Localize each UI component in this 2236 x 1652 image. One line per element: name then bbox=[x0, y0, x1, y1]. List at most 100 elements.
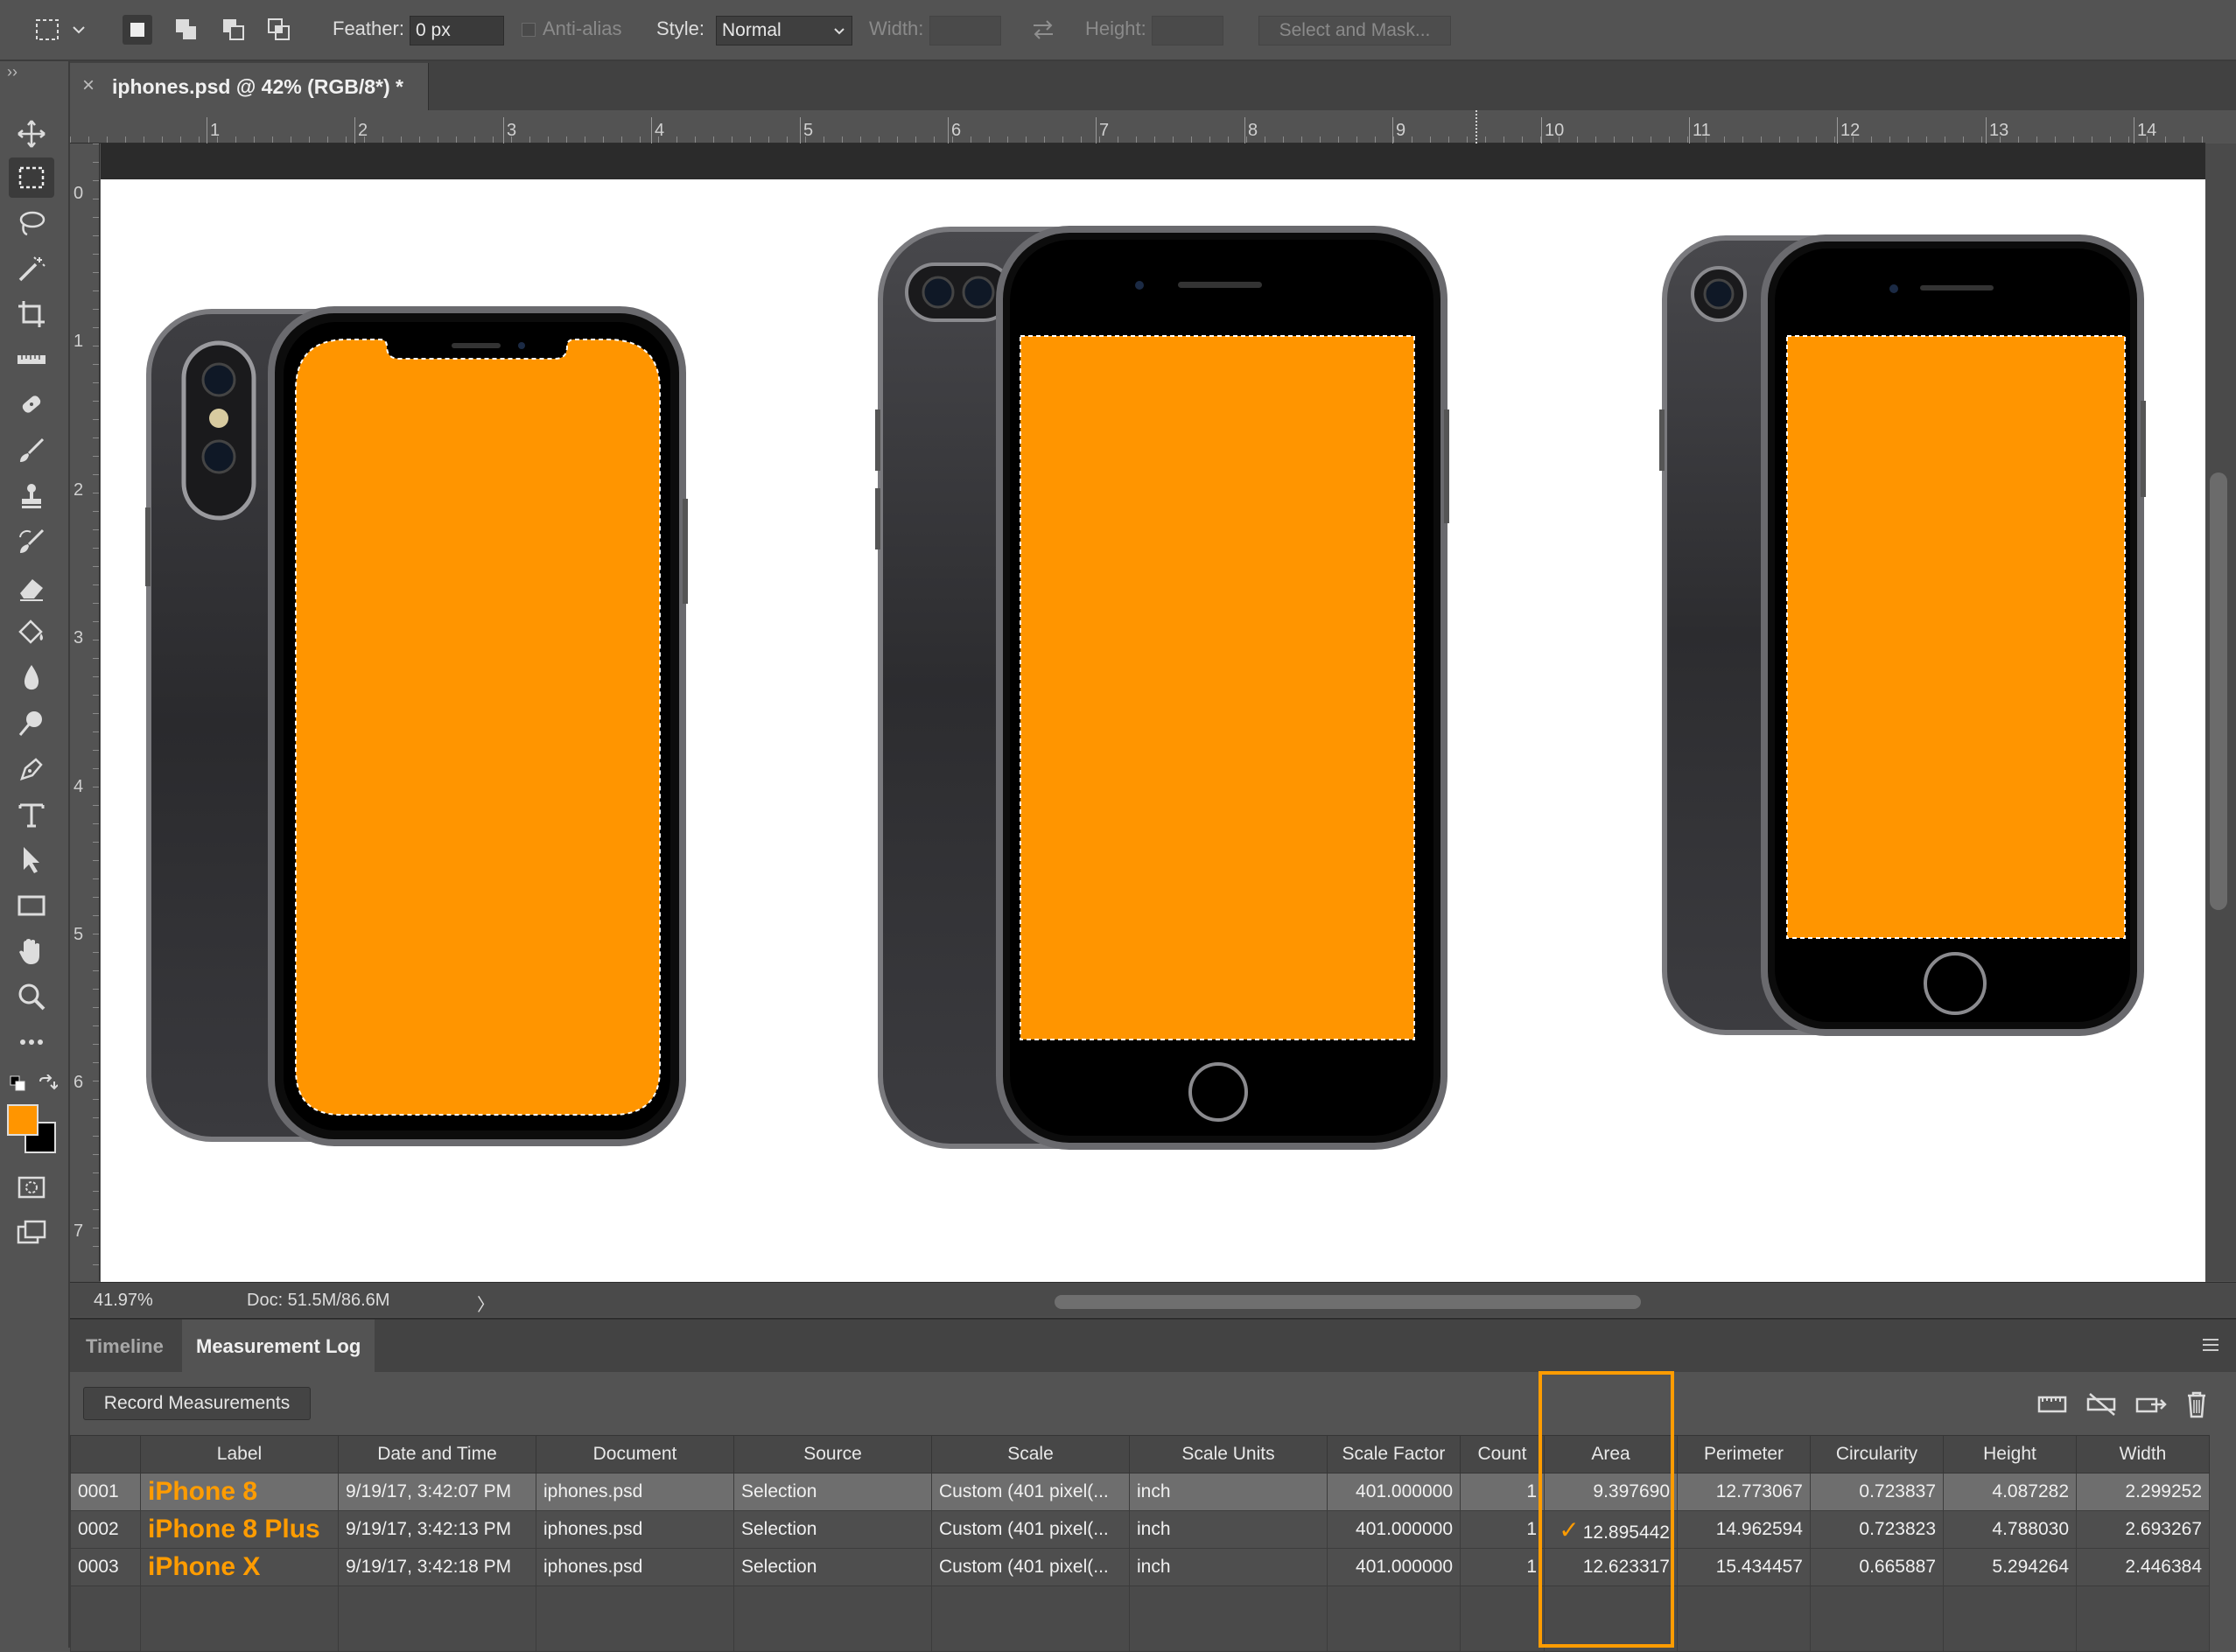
vertical-ruler[interactable] bbox=[70, 144, 100, 1281]
ruler-tool-icon[interactable] bbox=[9, 340, 54, 380]
horizontal-scrollbar-thumb[interactable] bbox=[1055, 1295, 1641, 1309]
table-row[interactable]: 0003 iPhone X 9/19/17, 3:42:18 PM iphone… bbox=[70, 1548, 2210, 1586]
column-header-perimeter[interactable]: Perimeter bbox=[1677, 1435, 1811, 1474]
swap-colors-icon[interactable] bbox=[37, 1074, 59, 1096]
history-brush-tool-icon[interactable] bbox=[9, 522, 54, 562]
brush-tool-icon[interactable] bbox=[9, 430, 54, 471]
more-tools-icon[interactable] bbox=[9, 1022, 54, 1062]
collapse-icon[interactable]: ›› bbox=[7, 63, 18, 81]
cursor-ruler-marker bbox=[1475, 110, 1477, 144]
healing-brush-tool-icon[interactable] bbox=[9, 385, 54, 425]
ruler-h-label: 5 bbox=[803, 121, 814, 140]
column-header-label[interactable]: Label bbox=[140, 1435, 339, 1474]
new-selection-button[interactable] bbox=[123, 15, 152, 45]
document-tab[interactable]: × iphones.psd @ 42% (RGB/8*) * bbox=[70, 63, 429, 110]
ruler-v-label: 5 bbox=[74, 925, 84, 944]
column-header-width[interactable]: Width bbox=[2076, 1435, 2210, 1474]
crop-tool-icon[interactable] bbox=[9, 294, 54, 334]
column-header-source[interactable]: Source bbox=[733, 1435, 932, 1474]
status-menu-arrow[interactable]: 〉 bbox=[477, 1291, 494, 1316]
anti-alias-checkbox[interactable] bbox=[522, 23, 536, 37]
column-header-scale[interactable]: Scale bbox=[931, 1435, 1130, 1474]
column-header-scale-units[interactable]: Scale Units bbox=[1129, 1435, 1328, 1474]
delete-measurements-icon[interactable] bbox=[2179, 1389, 2214, 1420]
height-input[interactable] bbox=[1152, 16, 1223, 46]
ruler-v-label: 7 bbox=[74, 1222, 84, 1241]
style-select[interactable]: Normal bbox=[716, 16, 852, 46]
select-all-measurements-icon[interactable] bbox=[2036, 1389, 2071, 1420]
horizontal-ruler[interactable] bbox=[70, 110, 2205, 144]
paint-bucket-tool-icon[interactable] bbox=[9, 612, 54, 653]
column-header-id[interactable] bbox=[70, 1435, 141, 1474]
type-tool-icon[interactable] bbox=[9, 794, 54, 835]
ruler-major-tick bbox=[651, 117, 652, 144]
column-header-height[interactable]: Height bbox=[1943, 1435, 2077, 1474]
swap-arrows-icon[interactable] bbox=[1028, 15, 1058, 45]
record-measurements-button[interactable]: Record Measurements bbox=[83, 1387, 311, 1420]
row-source: Selection bbox=[733, 1510, 932, 1549]
select-and-mask-button[interactable]: Select and Mask... bbox=[1258, 16, 1451, 46]
tab-measurement-log[interactable]: Measurement Log bbox=[182, 1320, 375, 1372]
path-selection-tool-icon[interactable] bbox=[9, 840, 54, 880]
close-icon[interactable]: × bbox=[82, 74, 95, 98]
row-circularity: 0.665887 bbox=[1810, 1548, 1944, 1586]
intersect-selection-button[interactable] bbox=[264, 15, 294, 45]
ruler-h-label: 9 bbox=[1396, 121, 1406, 140]
row-width: 2.446384 bbox=[2076, 1548, 2210, 1586]
lasso-tool-icon[interactable] bbox=[9, 203, 54, 243]
subtract-from-selection-button[interactable] bbox=[219, 15, 249, 45]
tab-timeline[interactable]: Timeline bbox=[72, 1320, 178, 1372]
table-header-row: Label Date and Time Document Source Scal… bbox=[70, 1435, 2210, 1474]
magic-wand-tool-icon[interactable] bbox=[9, 248, 54, 289]
ruler-major-tick bbox=[354, 117, 355, 144]
zoom-level[interactable]: 41.97% bbox=[94, 1291, 153, 1311]
column-header-document[interactable]: Document bbox=[536, 1435, 734, 1474]
pen-tool-icon[interactable] bbox=[9, 749, 54, 789]
table-row[interactable]: 0002 iPhone 8 Plus 9/19/17, 3:42:13 PM i… bbox=[70, 1510, 2210, 1549]
ruler-major-tick bbox=[503, 117, 504, 144]
iphone-8-image bbox=[1659, 234, 2146, 1036]
table-row[interactable]: 0001 iPhone 8 9/19/17, 3:42:07 PM iphone… bbox=[70, 1473, 2210, 1511]
row-document: iphones.psd bbox=[536, 1473, 734, 1511]
style-select-value: Normal bbox=[722, 20, 782, 40]
deselect-measurements-icon[interactable] bbox=[2085, 1389, 2120, 1420]
dodge-tool-icon[interactable] bbox=[9, 704, 54, 744]
marquee-preset-icon[interactable] bbox=[33, 15, 63, 45]
blur-tool-icon[interactable] bbox=[9, 658, 54, 698]
ruler-major-tick bbox=[800, 117, 801, 144]
hand-tool-icon[interactable] bbox=[9, 931, 54, 971]
feather-label: Feather: bbox=[333, 18, 404, 39]
column-header-scale-factor[interactable]: Scale Factor bbox=[1327, 1435, 1461, 1474]
row-date-time: 9/19/17, 3:42:13 PM bbox=[338, 1510, 536, 1549]
move-tool-icon[interactable] bbox=[9, 114, 54, 154]
ruler-h-label: 12 bbox=[1840, 121, 1861, 140]
quick-mask-icon[interactable] bbox=[9, 1167, 54, 1208]
ruler-v-label: 4 bbox=[74, 777, 84, 796]
clone-stamp-tool-icon[interactable] bbox=[9, 476, 54, 516]
feather-input[interactable]: 0 px bbox=[410, 16, 504, 46]
default-colors-icon[interactable] bbox=[9, 1074, 30, 1096]
row-scale-units: inch bbox=[1129, 1473, 1328, 1511]
row-date-time: 9/19/17, 3:42:18 PM bbox=[338, 1548, 536, 1586]
column-header-count[interactable]: Count bbox=[1460, 1435, 1545, 1474]
foreground-color-swatch[interactable] bbox=[7, 1104, 39, 1136]
screen-mode-icon[interactable] bbox=[9, 1213, 54, 1253]
add-to-selection-button[interactable] bbox=[172, 15, 201, 45]
rectangular-marquee-tool-icon[interactable] bbox=[9, 158, 54, 198]
width-input[interactable] bbox=[929, 16, 1001, 46]
anti-alias-label: Anti-alias bbox=[543, 18, 622, 39]
rectangle-tool-icon[interactable] bbox=[9, 886, 54, 926]
vertical-scrollbar-thumb[interactable] bbox=[2210, 472, 2227, 910]
chevron-down-icon[interactable] bbox=[70, 15, 88, 45]
column-header-date-time[interactable]: Date and Time bbox=[338, 1435, 536, 1474]
export-measurements-icon[interactable] bbox=[2134, 1389, 2169, 1420]
row-perimeter: 14.962594 bbox=[1677, 1510, 1811, 1549]
eraser-tool-icon[interactable] bbox=[9, 567, 54, 607]
zoom-tool-icon[interactable] bbox=[9, 976, 54, 1017]
area-column-highlight bbox=[1539, 1371, 1674, 1648]
column-header-circularity[interactable]: Circularity bbox=[1810, 1435, 1944, 1474]
panel-menu-icon[interactable] bbox=[2201, 1337, 2220, 1353]
row-scale-units: inch bbox=[1129, 1510, 1328, 1549]
ruler-h-label: 2 bbox=[358, 121, 368, 140]
ruler-h-label: 1 bbox=[210, 121, 221, 140]
